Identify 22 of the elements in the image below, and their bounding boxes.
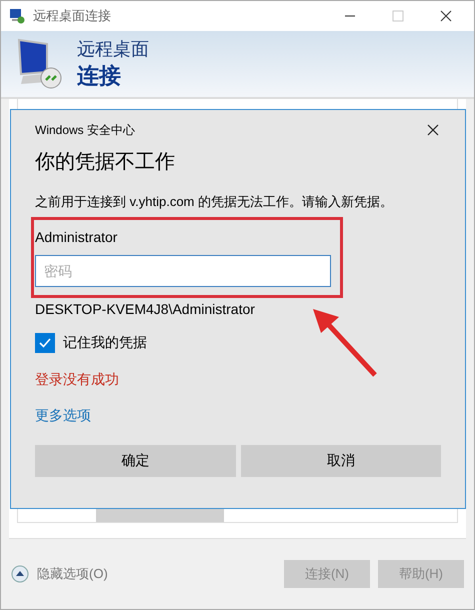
dialog-message: 之前用于连接到 v.yhtip.com 的凭据无法工作。请输入新凭据。 — [35, 193, 394, 211]
dialog-button[interactable]: 取消 — [240, 445, 441, 477]
password-field[interactable]: 密码 — [35, 255, 331, 287]
header-subtitle: 连接 — [77, 62, 122, 90]
account-label: DESKTOP-KVEM4J8\Administrator — [35, 301, 256, 317]
username-label: Administrator — [35, 229, 118, 245]
checkmark-icon — [38, 336, 52, 350]
chevron-up-icon — [11, 565, 29, 583]
close-button[interactable] — [425, 122, 441, 138]
hide-options-toggle[interactable]: 隐藏选项(O) — [11, 565, 276, 583]
dialog-caption: Windows 安全中心 — [35, 122, 136, 138]
error-message: 登录没有成功 — [35, 371, 120, 389]
window-title: 远程桌面连接 — [33, 7, 112, 25]
more-options-link[interactable]: 更多选项 — [35, 407, 91, 425]
header-title: 远程桌面 — [77, 38, 149, 61]
remember-label: 记住我的凭据 — [63, 334, 147, 352]
remember-checkbox[interactable] — [35, 333, 55, 353]
dialog-heading: 你的凭据不工作 — [35, 150, 176, 175]
close-icon — [427, 124, 439, 136]
monitor-icon — [9, 8, 25, 24]
dialog-button[interactable]: 确定 — [35, 445, 236, 477]
close-icon[interactable] — [440, 10, 452, 22]
